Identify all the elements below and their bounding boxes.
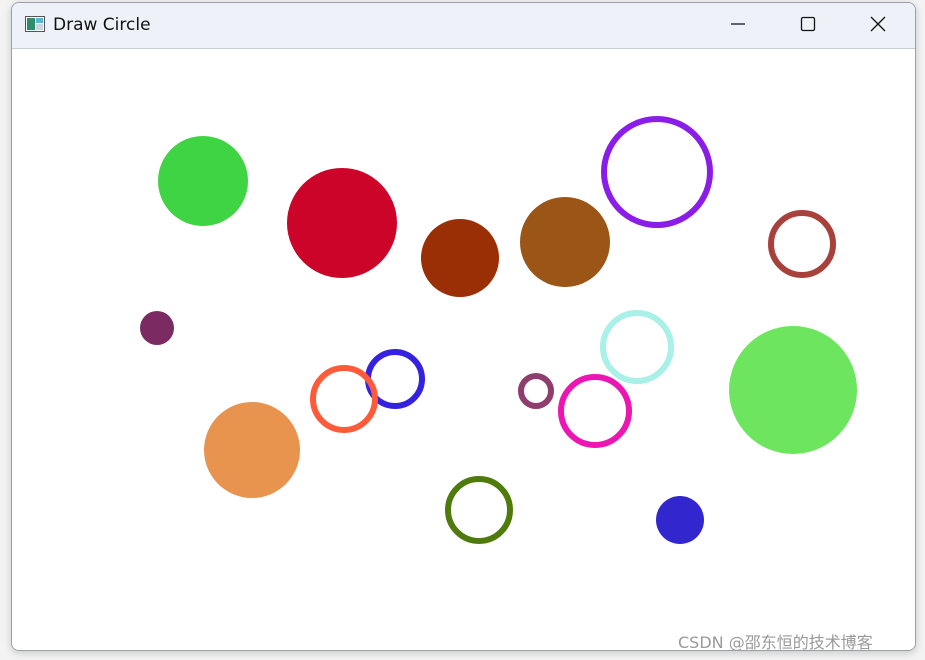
orange-red-outline-circle	[310, 365, 378, 433]
window-app-icon	[25, 16, 45, 32]
desktop-background: Draw Circle CSDN @邵东恒的技术博客	[0, 0, 925, 660]
title-bar[interactable]: Draw Circle	[12, 3, 915, 49]
drawing-canvas[interactable]	[12, 49, 915, 650]
maroon-outline-circle	[768, 210, 836, 278]
csdn-watermark: CSDN @邵东恒的技术博客	[678, 633, 873, 652]
draw-circle-window[interactable]: Draw Circle	[11, 2, 916, 651]
plum-filled-dot	[140, 311, 174, 345]
minimize-icon	[730, 16, 746, 36]
blue-filled-circle	[656, 496, 704, 544]
close-icon	[870, 16, 886, 36]
red-filled-circle	[287, 168, 397, 278]
brown-filled-circle	[520, 197, 610, 287]
maximize-button[interactable]	[774, 3, 842, 48]
window-title: Draw Circle	[53, 15, 151, 35]
olive-green-outline-circle	[445, 476, 513, 544]
light-green-filled-circle	[729, 326, 857, 454]
magenta-outline-circle	[558, 374, 632, 448]
cyan-outline-circle	[600, 310, 674, 384]
maximize-icon	[800, 16, 816, 36]
green-filled-circle	[158, 136, 248, 226]
minimize-button[interactable]	[704, 3, 772, 48]
circle-drawing	[140, 116, 857, 544]
purple-outline-circle	[601, 116, 713, 228]
orange-filled-circle	[204, 402, 300, 498]
dark-rust-filled-circle	[421, 219, 499, 297]
close-button[interactable]	[844, 3, 912, 48]
small-mauve-outline-circle	[518, 373, 554, 409]
